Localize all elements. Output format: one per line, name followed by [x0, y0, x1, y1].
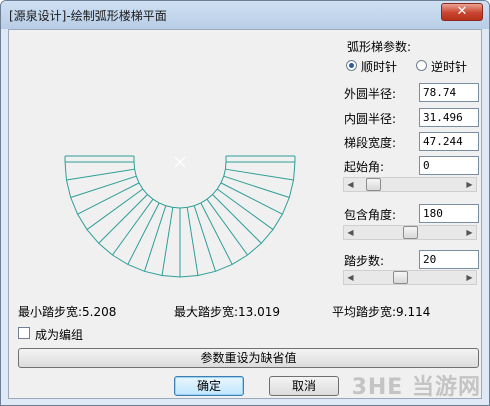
- reset-defaults-button[interactable]: 参数重设为缺省值: [18, 348, 479, 368]
- clockwise-label: 顺时针: [361, 60, 398, 74]
- sweep-angle-slider[interactable]: ◀ ▶: [343, 225, 477, 240]
- start-angle-label: 起始角:: [344, 160, 385, 174]
- dialog-client-area: 弧形梯参数: 顺时针 逆时针 外圆半径: 78.74 内圆半径: 31.496 …: [8, 29, 482, 399]
- avg-tread-text: 平均踏步宽:9.114: [332, 305, 431, 319]
- window-title: [源泉设计]-绘制弧形楼梯平面: [9, 9, 167, 23]
- cancel-button[interactable]: 取消: [269, 376, 339, 396]
- stair-tread-line: [193, 205, 217, 272]
- dialog-window: [源泉设计]-绘制弧形楼梯平面 ✕ 弧形梯参数: 顺时针 逆时针 外圆半径: 7…: [0, 0, 490, 406]
- sweep-angle-input[interactable]: 180: [419, 204, 479, 223]
- slider-right-arrow-icon[interactable]: ▶: [463, 178, 476, 191]
- ok-button[interactable]: 确定: [174, 376, 244, 396]
- close-button[interactable]: ✕: [441, 3, 483, 21]
- steps-slider[interactable]: ◀ ▶: [343, 270, 477, 285]
- min-tread-text: 最小踏步宽:5.208: [18, 305, 117, 319]
- counterclockwise-radio[interactable]: [416, 60, 427, 71]
- stair-inner-edge: [133, 161, 227, 209]
- inner-radius-label: 内圆半径:: [344, 112, 397, 126]
- steps-label: 踏步数:: [344, 254, 385, 268]
- slider-thumb[interactable]: [393, 271, 409, 284]
- stair-tread-line: [186, 207, 199, 276]
- start-angle-input[interactable]: 0: [419, 156, 479, 175]
- width-input[interactable]: 47.244: [419, 132, 479, 151]
- title-bar[interactable]: [源泉设计]-绘制弧形楼梯平面 ✕: [1, 1, 489, 29]
- params-group-title: 弧形梯参数:: [347, 40, 412, 54]
- steps-input[interactable]: 20: [419, 250, 479, 269]
- max-tread-text: 最大踏步宽:13.019: [174, 305, 281, 319]
- width-label: 梯段宽度:: [344, 136, 397, 150]
- slider-right-arrow-icon[interactable]: ▶: [463, 271, 476, 284]
- stair-tread-line: [143, 205, 167, 272]
- slider-right-arrow-icon[interactable]: ▶: [463, 226, 476, 239]
- slider-thumb[interactable]: [402, 226, 418, 239]
- slider-left-arrow-icon[interactable]: ◀: [344, 178, 357, 191]
- sweep-angle-label: 包含角度:: [344, 208, 397, 222]
- start-angle-slider[interactable]: ◀ ▶: [343, 177, 477, 192]
- outer-radius-input[interactable]: 78.74: [419, 83, 479, 102]
- group-checkbox[interactable]: [18, 327, 30, 339]
- slider-left-arrow-icon[interactable]: ◀: [344, 226, 357, 239]
- slider-thumb[interactable]: [366, 178, 382, 191]
- outer-radius-label: 外圆半径:: [344, 87, 397, 101]
- stair-tread-line: [223, 175, 290, 199]
- stair-tread-line: [225, 168, 294, 181]
- stair-tread-line: [66, 168, 135, 181]
- counterclockwise-label: 逆时针: [431, 60, 468, 74]
- slider-left-arrow-icon[interactable]: ◀: [344, 271, 357, 284]
- stair-tread-line: [98, 194, 148, 244]
- watermark-logo: 3HE 当游网: [351, 375, 481, 400]
- stair-tread-line: [70, 175, 137, 199]
- clockwise-radio[interactable]: [346, 60, 357, 71]
- stair-tread-line: [161, 207, 174, 276]
- inner-radius-input[interactable]: 31.496: [419, 108, 479, 127]
- stair-preview: [64, 155, 296, 278]
- group-checkbox-label: 成为编组: [35, 328, 84, 342]
- stair-tread-line: [212, 194, 262, 244]
